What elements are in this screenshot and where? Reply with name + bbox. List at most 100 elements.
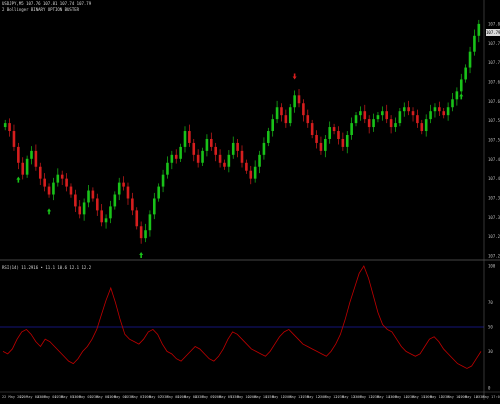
- candle-body: [398, 111, 402, 124]
- candle-body: [350, 123, 353, 135]
- price-tick-label: 107.35: [488, 196, 500, 201]
- candle-body: [446, 107, 450, 116]
- candle-body: [468, 51, 472, 68]
- price-tick-label: 107.25: [488, 234, 500, 239]
- candle-body: [341, 138, 345, 147]
- candle-body: [359, 111, 362, 116]
- candle-body: [135, 210, 139, 227]
- candle-body: [60, 174, 64, 179]
- candle-body: [354, 115, 358, 124]
- candle-body: [91, 190, 95, 199]
- candle-body: [161, 174, 165, 187]
- candle-body: [407, 107, 410, 112]
- candle-body: [21, 162, 25, 175]
- candle-body: [69, 186, 73, 195]
- indicator-header: 2 Bollinger BINARY OPTION BUSTER: [2, 7, 80, 12]
- candle-body: [47, 186, 51, 195]
- candle-body: [433, 107, 437, 112]
- rsi-title: RSI(14) 11.2916 • 11.1 10.6 12.1 12.2: [2, 265, 92, 270]
- candle-body: [455, 91, 459, 100]
- candle-body: [183, 131, 187, 147]
- candle-body: [104, 218, 108, 223]
- rsi-tick-label: 30: [488, 349, 493, 354]
- candle-body: [25, 158, 29, 175]
- candle-body: [227, 154, 231, 167]
- candle-body: [126, 186, 130, 199]
- candle-body: [310, 123, 314, 135]
- candle-body: [144, 230, 147, 239]
- candle-body: [438, 107, 441, 112]
- candle-body: [52, 182, 55, 195]
- price-tick-label: 107.40: [488, 176, 500, 181]
- price-tick-label: 107.20: [488, 254, 500, 259]
- candle-body: [473, 35, 476, 52]
- candle-body: [174, 154, 178, 159]
- candle-body: [214, 146, 217, 155]
- candle-body: [293, 95, 296, 108]
- candle-body: [306, 115, 310, 124]
- candle-body: [429, 111, 432, 120]
- candle-body: [74, 194, 77, 207]
- candle-body: [210, 138, 213, 147]
- candle-body: [315, 135, 318, 143]
- candle-body: [411, 111, 415, 116]
- candle-body: [267, 131, 270, 143]
- candle-body: [201, 150, 204, 163]
- candle-body: [56, 174, 60, 183]
- candle-body: [389, 119, 393, 128]
- candle-body: [188, 131, 191, 143]
- candle-body: [240, 150, 244, 163]
- candle-body: [100, 210, 103, 223]
- candle-body: [179, 146, 182, 159]
- candle-body: [284, 115, 288, 124]
- candle-body: [117, 182, 121, 195]
- candle-body: [363, 111, 367, 120]
- price-tick-label: 107.45: [488, 157, 500, 162]
- price-tick-label: 107.50: [488, 138, 500, 143]
- candle-body: [3, 123, 7, 128]
- candle-body: [131, 198, 134, 211]
- candle-body: [337, 131, 340, 139]
- chart-canvas[interactable]: 107.80 107.75 107.70 107.65 107.60 107.55 107.…: [0, 0, 500, 400]
- candle-body: [381, 111, 384, 116]
- candle-body: [451, 99, 454, 108]
- candle-body: [402, 107, 406, 112]
- symbol-header: USDJPY,M5 107.76 107.81 107.74 107.79: [2, 1, 92, 6]
- candle-body: [192, 142, 196, 155]
- time-tick-label: 22 May 17:00: [476, 395, 500, 399]
- candle-body: [394, 123, 397, 128]
- candle-body: [95, 198, 99, 211]
- price-tick-label: 107.55: [488, 118, 500, 123]
- candle-body: [38, 166, 42, 179]
- candle-body: [205, 138, 209, 151]
- candle-body: [328, 127, 332, 139]
- candle-body: [236, 142, 239, 151]
- candle-body: [139, 226, 143, 239]
- candle-body: [170, 154, 174, 163]
- candle-body: [122, 182, 125, 187]
- candle-body: [113, 194, 117, 207]
- chart-window[interactable]: 107.80 107.75 107.70 107.65 107.60 107.55 107.…: [0, 0, 500, 400]
- price-tick-label: 107.30: [488, 215, 500, 220]
- candle-body: [223, 162, 226, 167]
- candle-body: [416, 115, 419, 124]
- candle-body: [464, 67, 467, 80]
- price-tick-label: 107.80: [488, 22, 500, 27]
- candle-body: [65, 178, 68, 187]
- candle-body: [319, 142, 323, 151]
- candle-body: [302, 103, 305, 116]
- candle-body: [8, 123, 11, 132]
- candle-body: [82, 202, 86, 215]
- candle-body: [332, 127, 336, 132]
- candle-body: [345, 135, 349, 147]
- candle-body: [253, 166, 257, 179]
- price-tick-label: 107.70: [488, 60, 500, 65]
- candle-body: [148, 214, 152, 231]
- rsi-tick-label: 70: [488, 300, 493, 305]
- candle-body: [459, 79, 463, 92]
- candle-body: [78, 206, 82, 215]
- candle-body: [218, 154, 222, 163]
- candle-body: [43, 178, 46, 187]
- candle-body: [288, 107, 292, 124]
- candle-body: [376, 115, 380, 120]
